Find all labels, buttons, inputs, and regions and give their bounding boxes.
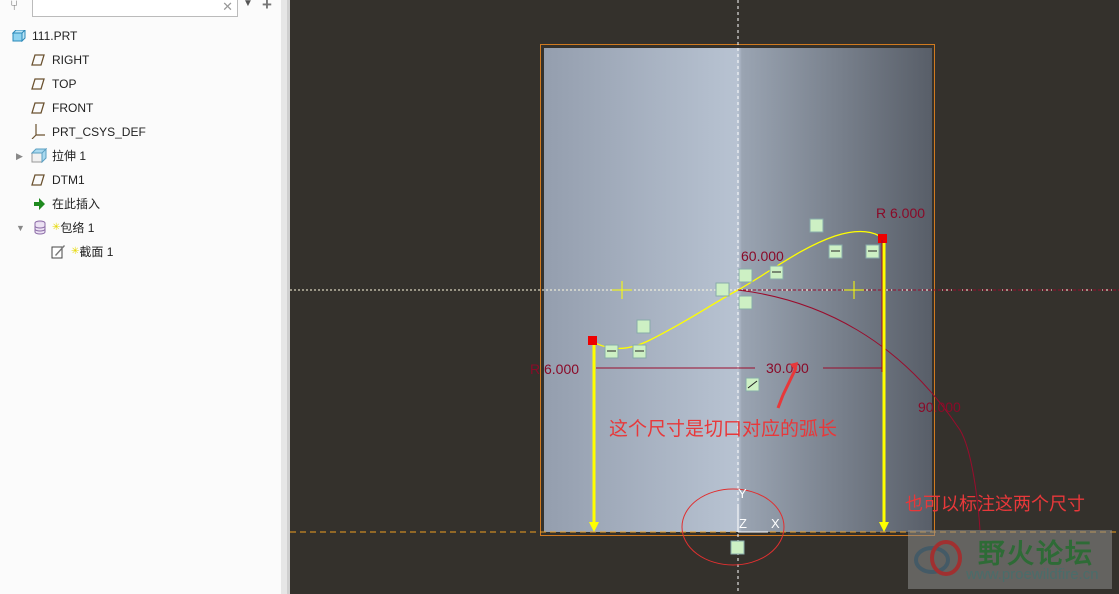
dim-arc[interactable]: 90.000 — [918, 399, 961, 415]
extrude-icon — [31, 148, 47, 163]
tree-item-extrude[interactable]: ▶ 拉伸 1 — [0, 144, 281, 168]
tree-item-label: 拉伸 1 — [52, 149, 87, 163]
tree-item-dtm1[interactable]: DTM1 — [0, 168, 281, 192]
clear-icon[interactable]: ✕ — [222, 0, 233, 15]
tree-item-label: 在此插入 — [52, 197, 101, 211]
datum-plane-icon — [31, 174, 45, 186]
wrap-icon — [34, 220, 46, 235]
chevron-down-icon[interactable]: ▼ — [243, 0, 253, 9]
tree-item-wrap[interactable]: ▼ ✳包络 1 — [0, 216, 281, 240]
tree-item-label: RIGHT — [52, 53, 90, 67]
tree-item-label: 包络 1 — [60, 221, 95, 235]
tree-item-label: DTM1 — [52, 173, 85, 187]
tree-search-input[interactable]: ✕ — [32, 0, 238, 17]
model-tree: 111.PRT RIGHT TOP FRONT PRT_CSYS_DEF ▶ 拉… — [0, 24, 281, 264]
tree-item-right[interactable]: RIGHT — [0, 48, 281, 72]
add-icon[interactable]: + — [262, 0, 272, 15]
tree-item-insert-here[interactable]: 在此插入 — [0, 192, 281, 216]
svg-text:Z: Z — [739, 516, 747, 531]
watermark: 野火论坛 www.proewildfire.cn — [908, 530, 1112, 589]
dim-length[interactable]: 30.000 — [766, 360, 809, 376]
tree-item-label: 截面 1 — [79, 245, 114, 259]
tree-item-label: PRT_CSYS_DEF — [52, 125, 146, 139]
dim-angle[interactable]: 60.000 — [741, 248, 784, 264]
part-icon — [12, 30, 26, 42]
tree-item-label: 111.PRT — [32, 29, 78, 43]
datum-plane-icon — [31, 102, 45, 114]
datum-plane-icon — [31, 78, 45, 90]
svg-text:Y: Y — [738, 486, 747, 501]
dim-radius-left[interactable]: R 6.000 — [530, 361, 579, 377]
watermark-logo — [914, 540, 962, 576]
datum-plane-icon — [31, 54, 45, 66]
insert-arrow-icon — [34, 198, 45, 210]
tree-item-section[interactable]: ✳截面 1 — [0, 240, 281, 264]
sketch-icon — [51, 245, 65, 259]
tree-item-front[interactable]: FRONT — [0, 96, 281, 120]
endpoint-left[interactable] — [588, 336, 597, 345]
collapse-icon[interactable]: ▼ — [16, 216, 25, 240]
watermark-url: www.proewildfire.cn — [966, 566, 1099, 583]
csys-icon — [31, 124, 45, 139]
expand-icon[interactable]: ▶ — [16, 144, 23, 168]
annotation-arc-length: 这个尺寸是切口对应的弧长 — [609, 418, 837, 440]
svg-text:X: X — [771, 516, 780, 531]
tree-item-label: TOP — [52, 77, 77, 91]
annotation-alt-dims: 也可以标注这两个尺寸 — [905, 494, 1085, 514]
graphics-canvas[interactable]: R 6.000 R 6.000 60.000 30.000 90.000 这个尺… — [290, 0, 1119, 594]
dim-radius-right[interactable]: R 6.000 — [876, 205, 925, 221]
tree-item-part[interactable]: 111.PRT — [0, 24, 281, 48]
filter-icon[interactable]: ⑂ — [10, 0, 30, 15]
model-tree-panel: ⑂ ✕ ▼ + 111.PRT RIGHT TOP FRONT PRT_CSYS… — [0, 0, 287, 594]
tree-item-top[interactable]: TOP — [0, 72, 281, 96]
tree-item-csys[interactable]: PRT_CSYS_DEF — [0, 120, 281, 144]
tree-item-label: FRONT — [52, 101, 94, 115]
